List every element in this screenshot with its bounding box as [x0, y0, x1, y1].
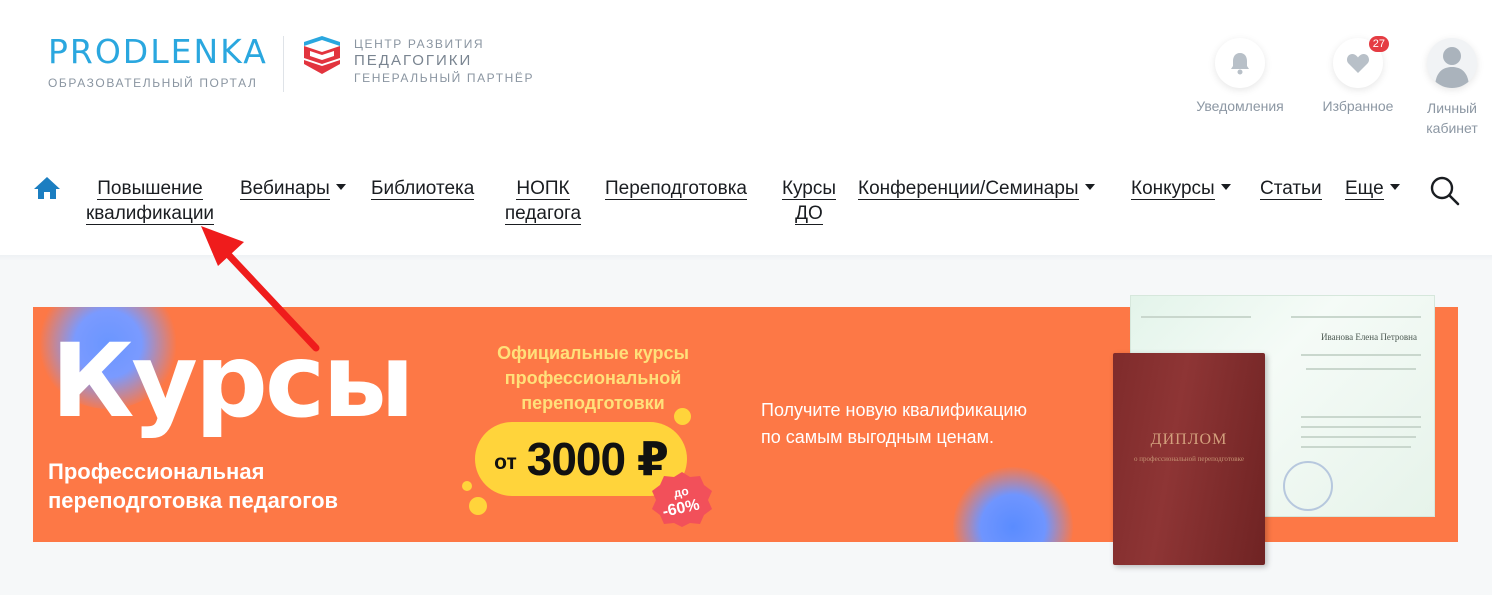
nav-item-biblioteka[interactable]: Библиотека [371, 176, 475, 201]
nav-item-label: квалификации [85, 203, 215, 225]
main-nav: Повышение квалификации Вебинары Библиоте… [0, 172, 1492, 232]
nav-item-label: Переподготовка [605, 178, 747, 200]
nav-item-konkursy[interactable]: Конкурсы [1131, 176, 1231, 201]
chevron-down-icon [1084, 183, 1095, 190]
banner-headline: Курсы [51, 322, 415, 441]
banner-official-text: Официальные курсы профессиональной переп… [463, 341, 723, 416]
logo-divider [283, 36, 284, 92]
partner-logo-icon [304, 36, 340, 74]
partner-line-2: ПЕДАГОГИКИ [354, 52, 473, 69]
price-value: 3000 ₽ [526, 433, 669, 485]
logo-name: PRODLENKA [48, 32, 268, 71]
banner-subtitle-line-2: переподготовка педагогов [48, 488, 339, 513]
nav-item-vebinary[interactable]: Вебинары [240, 176, 346, 201]
partner-logo[interactable]: ЦЕНТР РАЗВИТИЯ ПЕДАГОГИКИ ГЕНЕРАЛЬНЫЙ ПА… [304, 36, 534, 86]
price-prefix: от [494, 451, 517, 474]
account-label-line-1: Личный [1427, 100, 1477, 116]
home-icon[interactable] [33, 176, 61, 200]
favorites-count-badge: 27 [1368, 36, 1389, 52]
nav-item-eshche[interactable]: Еще [1345, 176, 1400, 201]
nav-item-label: Конференции/Семинары [858, 178, 1079, 200]
bell-icon [1231, 53, 1249, 75]
decorative-blob [953, 467, 1073, 542]
diploma-seal [1283, 461, 1333, 511]
favorites-circle: 27 [1333, 36, 1389, 88]
favorites-label: Избранное [1322, 98, 1394, 114]
nav-item-konferentsii-seminary[interactable]: Конференции/Семинары [858, 176, 1095, 201]
account-avatar [1427, 38, 1477, 88]
logo-tagline: ОБРАЗОВАТЕЛЬНЫЙ ПОРТАЛ [48, 76, 258, 90]
notifications-circle [1215, 38, 1265, 88]
nav-item-stati[interactable]: Статьи [1260, 176, 1322, 201]
notifications-label: Уведомления [1196, 98, 1284, 114]
nav-item-label: Вебинары [240, 178, 330, 200]
nav-item-label: ДО [795, 203, 823, 225]
decorative-dot [462, 481, 472, 491]
nav-item-label: Статьи [1260, 178, 1322, 200]
diploma-holder-name: Иванова Елена Петровна [1321, 332, 1417, 342]
nav-item-label: Библиотека [371, 178, 475, 200]
partner-line-1: ЦЕНТР РАЗВИТИЯ [354, 37, 485, 51]
nav-item-label: Курсы [781, 178, 837, 200]
official-line-2: профессиональной [504, 368, 682, 388]
chevron-down-icon [1389, 183, 1400, 190]
partner-line-3: ГЕНЕРАЛЬНЫЙ ПАРТНЁР [354, 71, 535, 85]
official-line-1: Официальные курсы [497, 343, 689, 363]
favorites-button[interactable]: 27 Избранное [1310, 36, 1406, 114]
promo-line-2: по самым выгодным ценам. [761, 427, 994, 447]
account-label-line-2: кабинет [1426, 120, 1478, 136]
user-actions: Уведомления 27 Избранное Личный кабинет [1172, 36, 1492, 138]
nav-item-label: Конкурсы [1131, 178, 1215, 200]
diploma-illustration: Иванова Елена Петровна ДИПЛОМ о професси… [1113, 295, 1435, 565]
nav-item-label: Еще [1345, 178, 1384, 200]
banner-promo-text: Получите новую квалификацию по самым выг… [761, 397, 1027, 451]
heart-icon [1346, 54, 1370, 73]
promo-line-1: Получите новую квалификацию [761, 400, 1027, 420]
site-logo[interactable]: PRODLENKA ОБРАЗОВАТЕЛЬНЫЙ ПОРТАЛ [48, 32, 268, 91]
nav-item-povyshenie-kvalifikatsii[interactable]: Повышение квалификации [80, 176, 220, 226]
nav-item-perepodgotovka[interactable]: Переподготовка [605, 176, 747, 201]
nav-item-kursy-do[interactable]: Курсы ДО [778, 176, 840, 226]
nav-item-nopk-pedagoga[interactable]: НОПК педагога [499, 176, 587, 226]
chevron-down-icon [335, 183, 346, 190]
nav-item-label: педагога [504, 203, 582, 225]
diploma-cover: ДИПЛОМ о профессиональной переподготовке [1113, 353, 1265, 565]
decorative-dot [674, 408, 691, 425]
chevron-down-icon [1220, 183, 1231, 190]
banner-subtitle-line-1: Профессиональная [48, 459, 265, 484]
search-icon[interactable] [1430, 176, 1460, 206]
decorative-dot [469, 497, 487, 515]
diploma-cover-title: ДИПЛОМ [1150, 431, 1228, 448]
nav-item-label: Повышение [97, 178, 203, 200]
account-button[interactable]: Личный кабинет [1416, 38, 1488, 138]
nav-item-label: НОПК [516, 178, 570, 200]
user-icon [1435, 47, 1469, 88]
discount-badge: до -60% [652, 472, 712, 527]
site-header: PRODLENKA ОБРАЗОВАТЕЛЬНЫЙ ПОРТАЛ ЦЕНТР Р… [0, 0, 1492, 258]
diploma-cover-subtitle: о профессиональной переподготовке [1134, 455, 1244, 463]
banner-subtitle: Профессиональная переподготовка педагого… [48, 457, 338, 515]
notifications-button[interactable]: Уведомления [1180, 38, 1300, 114]
